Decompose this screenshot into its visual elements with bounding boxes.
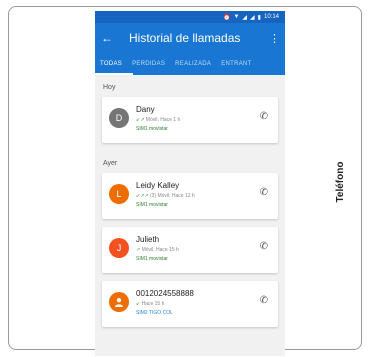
contact-name: Leidy Kalley bbox=[136, 181, 180, 190]
avatar: D bbox=[109, 108, 129, 128]
call-item[interactable]: D Dany ↙↗ Móvil, Hace 1 h SIM1 movistar … bbox=[102, 97, 278, 143]
tab-todas[interactable]: TODAS bbox=[95, 53, 127, 75]
call-direction-icon: ↙ bbox=[136, 301, 141, 307]
phone-icon[interactable]: ✆ bbox=[260, 241, 268, 252]
sim-label: SIM2 TIGO COL bbox=[136, 310, 173, 316]
tab-indicator bbox=[95, 73, 133, 75]
tab-bar: TODAS PERDIDAS REALIZADA ENTRANT bbox=[95, 53, 285, 75]
phone-icon[interactable]: ✆ bbox=[260, 111, 268, 122]
contact-name: 0012024558888 bbox=[136, 289, 194, 298]
phone-screen: ⏰ ▼ ◢ ◢ ▮ 10:14 ← Historial de llamadas … bbox=[95, 11, 285, 356]
signal-icon: ◢ bbox=[250, 14, 255, 21]
call-direction-icon: ↙↗ bbox=[136, 117, 145, 123]
call-item[interactable]: L Leidy Kalley ↙↗↗ (3) Móvil, Hace 12 h … bbox=[102, 173, 278, 219]
avatar: L bbox=[109, 184, 129, 204]
call-direction-icon: ↙↗↗ bbox=[136, 193, 149, 199]
side-label: Teléfono bbox=[335, 161, 346, 203]
app-bar: ← Historial de llamadas ⋮ bbox=[95, 23, 285, 53]
person-icon bbox=[115, 298, 123, 307]
call-meta: ↙ Hace 15 h bbox=[136, 301, 165, 307]
avatar: J bbox=[109, 238, 129, 258]
contact-name: Julieth bbox=[136, 235, 160, 244]
phone-icon[interactable]: ✆ bbox=[260, 187, 268, 198]
battery-icon: ▮ bbox=[257, 14, 261, 21]
sim-label: SIM1 movistar bbox=[136, 126, 168, 132]
arrow-left-icon[interactable]: ← bbox=[101, 31, 123, 45]
wifi-icon: ▼ bbox=[233, 14, 240, 20]
call-item[interactable]: J Julieth ↗ Móvil, Hace 15 h SIM1 movist… bbox=[102, 227, 278, 273]
section-today: Hoy bbox=[103, 84, 116, 91]
status-time: 10:14 bbox=[263, 14, 279, 20]
section-yesterday: Ayer bbox=[103, 160, 118, 167]
call-direction-icon: ↗ bbox=[136, 247, 141, 253]
contact-name: Dany bbox=[136, 105, 155, 114]
call-meta: ↙↗↗ (3) Móvil, Hace 12 h bbox=[136, 193, 195, 199]
call-meta: ↗ Móvil, Hace 15 h bbox=[136, 247, 179, 253]
tab-entrantes[interactable]: ENTRANT bbox=[216, 53, 256, 75]
tab-perdidas[interactable]: PERDIDAS bbox=[127, 53, 170, 75]
tab-realizada[interactable]: REALIZADA bbox=[170, 53, 216, 75]
sim-label: SIM1 movistar bbox=[136, 256, 168, 262]
call-item[interactable]: 0012024558888 ↙ Hace 15 h SIM2 TIGO COL … bbox=[102, 281, 278, 327]
more-vert-icon[interactable]: ⋮ bbox=[269, 32, 280, 45]
signal-icon: ◢ bbox=[242, 14, 248, 21]
alarm-icon: ⏰ bbox=[222, 14, 231, 21]
sim-label: SIM1 movistar bbox=[136, 202, 168, 208]
page-title: Historial de llamadas bbox=[129, 31, 241, 45]
person-icon bbox=[109, 292, 129, 312]
phone-icon[interactable]: ✆ bbox=[260, 295, 268, 306]
call-meta: ↙↗ Móvil, Hace 1 h bbox=[136, 117, 181, 123]
status-bar: ⏰ ▼ ◢ ◢ ▮ 10:14 bbox=[95, 11, 285, 23]
